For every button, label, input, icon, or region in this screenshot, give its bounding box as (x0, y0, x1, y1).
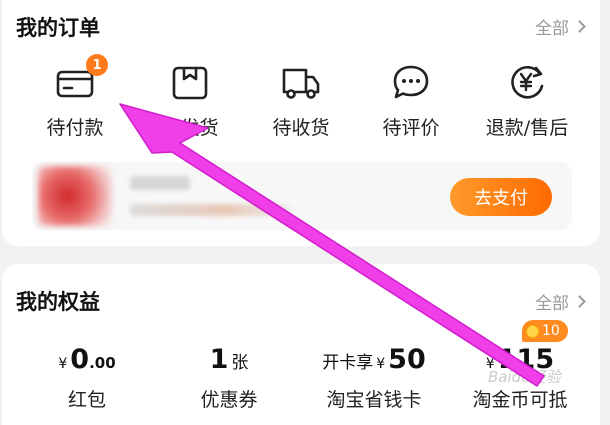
benefit-label: 淘金币可抵 (472, 389, 568, 411)
benefits-title: 我的权益 (16, 290, 100, 314)
blurred-product-name (130, 176, 190, 190)
chevron-right-icon (573, 20, 586, 33)
refund-yuan-icon (506, 62, 548, 102)
baidu-watermark: Baidu经验 (488, 368, 561, 386)
comment-bubble-icon (390, 62, 432, 102)
value-integer: 50 (388, 344, 426, 375)
order-status-label: 待发货 (161, 117, 219, 139)
benefit-label: 红包 (67, 389, 106, 411)
value-prefix: 开卡享 (322, 353, 374, 373)
value-decimal: .00 (89, 354, 116, 372)
benefit-label: 优惠券 (200, 389, 258, 411)
coin-count-badge: 10 (522, 320, 568, 342)
currency-symbol: ¥ (376, 356, 386, 372)
delivery-truck-icon (280, 62, 322, 102)
benefit-value: 1 张 (154, 344, 304, 375)
orders-title: 我的订单 (16, 16, 100, 40)
order-status-pending-shipment[interactable]: 待发货 (135, 62, 245, 140)
benefit-coupons[interactable]: 1 张 优惠券 (154, 344, 304, 412)
order-status-label: 待评价 (382, 117, 440, 139)
pending-order-row[interactable]: 去支付 (32, 162, 572, 230)
product-thumbnail (38, 166, 112, 226)
currency-symbol: ¥ (58, 356, 68, 372)
go-pay-button[interactable]: 去支付 (450, 178, 552, 216)
value-integer: 1 (209, 344, 229, 375)
benefit-red-packet[interactable]: ¥ 0.00 红包 (12, 344, 162, 412)
my-benefits-card: 我的权益 全部 ¥ 0.00 红包 1 张 优惠券 开卡享 ¥ 50 淘宝省钱卡… (2, 264, 600, 425)
blurred-product-info (130, 204, 290, 216)
my-orders-card: 我的订单 全部 1 待付款 待发货 待收货 待评价 退款/售后 去支付 (2, 0, 600, 246)
order-status-label: 退款/售后 (485, 117, 569, 139)
package-box-icon (169, 62, 211, 102)
order-status-label: 待付款 (46, 117, 104, 139)
coin-count: 10 (542, 323, 560, 339)
wallet-card-icon: 1 (54, 54, 108, 102)
chevron-right-icon (573, 295, 586, 308)
value-integer: 0 (70, 344, 90, 375)
benefit-value: 开卡享 ¥ 50 (299, 344, 449, 375)
pending-payment-count-badge: 1 (86, 54, 108, 76)
orders-view-all-link[interactable]: 全部 (535, 14, 586, 39)
benefit-value: ¥ 0.00 (12, 344, 162, 375)
order-status-pending-payment[interactable]: 1 待付款 (20, 54, 130, 140)
orders-view-all-label: 全部 (535, 19, 569, 39)
order-status-pending-review[interactable]: 待评价 (356, 62, 466, 140)
gold-coin-icon (526, 324, 539, 338)
benefits-view-all-label: 全部 (535, 294, 569, 314)
value-unit: 张 (231, 353, 249, 373)
benefit-savings-card[interactable]: 开卡享 ¥ 50 淘宝省钱卡 (299, 344, 449, 412)
order-status-label: 待收货 (272, 117, 330, 139)
order-status-pending-receipt[interactable]: 待收货 (246, 62, 356, 140)
order-status-refund-aftersale[interactable]: 退款/售后 (472, 62, 582, 140)
benefits-view-all-link[interactable]: 全部 (535, 289, 586, 314)
benefit-label: 淘宝省钱卡 (326, 389, 422, 411)
